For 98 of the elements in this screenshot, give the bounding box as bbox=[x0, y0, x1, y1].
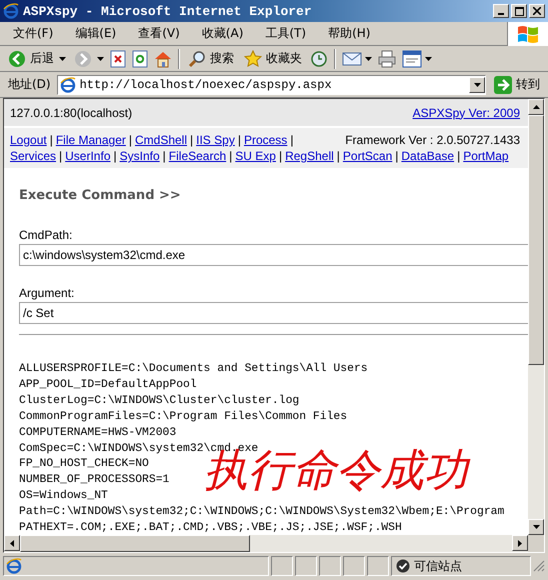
output-line: ClusterLog=C:\WINDOWS\Cluster\cluster.log bbox=[19, 394, 300, 409]
menu-item[interactable]: 文件(F) bbox=[6, 23, 60, 44]
check-icon bbox=[396, 559, 410, 573]
edit-document-icon[interactable] bbox=[402, 50, 422, 68]
output-line: ALLUSERSPROFILE=C:\Documents and Settings\All Users bbox=[19, 362, 369, 377]
status-panel bbox=[343, 556, 365, 576]
menu-item[interactable]: 帮助(H) bbox=[321, 23, 378, 44]
link-separator: | bbox=[59, 148, 62, 164]
link-separator: | bbox=[229, 148, 232, 164]
nav-link[interactable]: SysInfo bbox=[120, 148, 160, 164]
magnifier-icon bbox=[188, 50, 206, 68]
caret-icon[interactable] bbox=[365, 56, 372, 60]
horizontal-scrollbar[interactable] bbox=[4, 535, 544, 552]
output-line: PATHEXT=.COM;.EXE;.BAT;.CMD;.VBS;.VBE;.JS;.JSE;.WSF;.WSH bbox=[19, 521, 403, 535]
history-icon[interactable] bbox=[310, 50, 328, 68]
printer-icon[interactable] bbox=[378, 50, 396, 68]
star-icon bbox=[244, 50, 262, 68]
menu-item[interactable]: 工具(T) bbox=[258, 23, 314, 44]
nav-link[interactable]: RegShell bbox=[285, 148, 334, 164]
link-separator: | bbox=[162, 148, 166, 164]
host-label: 127.0.0.1:80(localhost) bbox=[10, 106, 132, 120]
section-heading: Execute Command >> bbox=[19, 188, 182, 203]
caret-icon[interactable] bbox=[425, 56, 432, 60]
menu-item[interactable]: 查看(V) bbox=[131, 23, 187, 44]
stop-page-icon[interactable] bbox=[110, 50, 126, 68]
resize-grip-icon[interactable] bbox=[533, 560, 545, 572]
nav-link[interactable]: Logout bbox=[10, 132, 47, 148]
output-line: APP_POOL_ID=DefaultAppPool bbox=[19, 378, 198, 393]
output-line: COMPUTERNAME=HWS-VM2003 bbox=[19, 426, 178, 441]
close-icon bbox=[533, 7, 541, 15]
menu-item[interactable]: 编辑(E) bbox=[68, 23, 124, 44]
output-line: OS=Windows_NT bbox=[19, 489, 109, 504]
maximize-icon bbox=[514, 6, 524, 16]
status-panel bbox=[367, 556, 389, 576]
link-separator: | bbox=[50, 132, 53, 148]
link-separator: | bbox=[395, 148, 398, 164]
windows-flag-icon bbox=[517, 24, 539, 44]
search-button[interactable]: 搜索 bbox=[186, 48, 236, 68]
field-label: Argument: bbox=[19, 286, 76, 300]
output-line: FP_NO_HOST_CHECK=NO bbox=[19, 457, 150, 472]
status-panel bbox=[295, 556, 317, 576]
window-title: ASPXspy - Microsoft Internet Explorer bbox=[23, 4, 313, 18]
close-button[interactable] bbox=[529, 4, 545, 18]
menu-item[interactable]: 收藏(A) bbox=[194, 23, 250, 44]
input-field[interactable]: c:\windows\system32\cmd.exe bbox=[19, 244, 528, 266]
favorites-button[interactable]: 收藏夹 bbox=[242, 48, 304, 68]
nav-link[interactable]: PortScan bbox=[342, 148, 392, 164]
minimize-button[interactable] bbox=[493, 4, 509, 18]
nav-link[interactable]: PortMap bbox=[463, 148, 509, 164]
link-separator: | bbox=[278, 148, 282, 164]
ie-icon bbox=[60, 76, 76, 92]
left-arrow-icon[interactable] bbox=[10, 540, 14, 546]
nav-link[interactable]: DataBase bbox=[401, 148, 454, 164]
ie-icon bbox=[3, 3, 19, 19]
dropdown-button[interactable] bbox=[469, 76, 485, 92]
address-label: 地址(D) bbox=[8, 76, 51, 93]
link-separator: | bbox=[190, 132, 194, 148]
output-line: Path=C:\WINDOWS\system32;C:\WINDOWS;C:\WINDOWS\System32\Wbem;E:\Program bbox=[19, 505, 506, 520]
caret-icon bbox=[474, 82, 480, 86]
output-line: NUMBER_OF_PROCESSORS=1 bbox=[19, 473, 170, 488]
nav-link[interactable]: UserInfo bbox=[65, 148, 110, 164]
right-arrow-icon bbox=[494, 76, 512, 94]
input-field[interactable]: /c Set bbox=[19, 302, 528, 324]
up-arrow-icon[interactable] bbox=[532, 105, 540, 109]
nav-link[interactable]: FileSearch bbox=[168, 148, 226, 164]
address-field[interactable]: http://localhost/noexec/aspspy.aspx bbox=[56, 74, 486, 94]
home-icon[interactable] bbox=[154, 50, 172, 68]
maximize-button[interactable] bbox=[511, 4, 527, 18]
link-separator: | bbox=[114, 148, 117, 164]
status-panel bbox=[271, 556, 293, 576]
back-button[interactable]: 后退 bbox=[6, 48, 56, 68]
ie-icon bbox=[6, 558, 22, 574]
link-separator: | bbox=[238, 132, 241, 148]
down-arrow-icon[interactable] bbox=[532, 525, 540, 529]
nav-link[interactable]: SU Exp bbox=[235, 148, 276, 164]
version-link[interactable]: ASPXSpy Ver: 2009 bbox=[412, 106, 520, 120]
nav-link[interactable]: IIS Spy bbox=[196, 132, 235, 148]
nav-link[interactable]: File Manager bbox=[56, 132, 126, 148]
link-separator: | bbox=[128, 132, 132, 148]
go-button[interactable]: 转到 bbox=[492, 76, 542, 94]
right-arrow-icon[interactable] bbox=[518, 540, 522, 546]
nav-link[interactable]: Process bbox=[244, 132, 288, 148]
status-panel bbox=[319, 556, 341, 576]
refresh-page-icon[interactable] bbox=[132, 50, 148, 68]
output-line: CommonProgramFiles=C:\Program Files\Common Files bbox=[19, 410, 348, 425]
link-separator: | bbox=[290, 132, 294, 148]
scrollbar-corner bbox=[528, 535, 544, 552]
framework-version: Framework Ver : 2.0.50727.1433 bbox=[345, 132, 520, 148]
field-label: CmdPath: bbox=[19, 228, 74, 242]
vertical-scrollbar[interactable] bbox=[528, 99, 544, 535]
nav-link[interactable]: Services bbox=[10, 148, 56, 164]
security-zone-label: 可信站点 bbox=[414, 558, 462, 574]
nav-link[interactable]: CmdShell bbox=[134, 132, 188, 148]
link-separator: | bbox=[336, 148, 340, 164]
envelope-icon[interactable] bbox=[342, 50, 362, 66]
link-separator: | bbox=[457, 148, 460, 164]
caret-icon[interactable] bbox=[97, 56, 104, 60]
caret-icon[interactable] bbox=[59, 56, 66, 60]
